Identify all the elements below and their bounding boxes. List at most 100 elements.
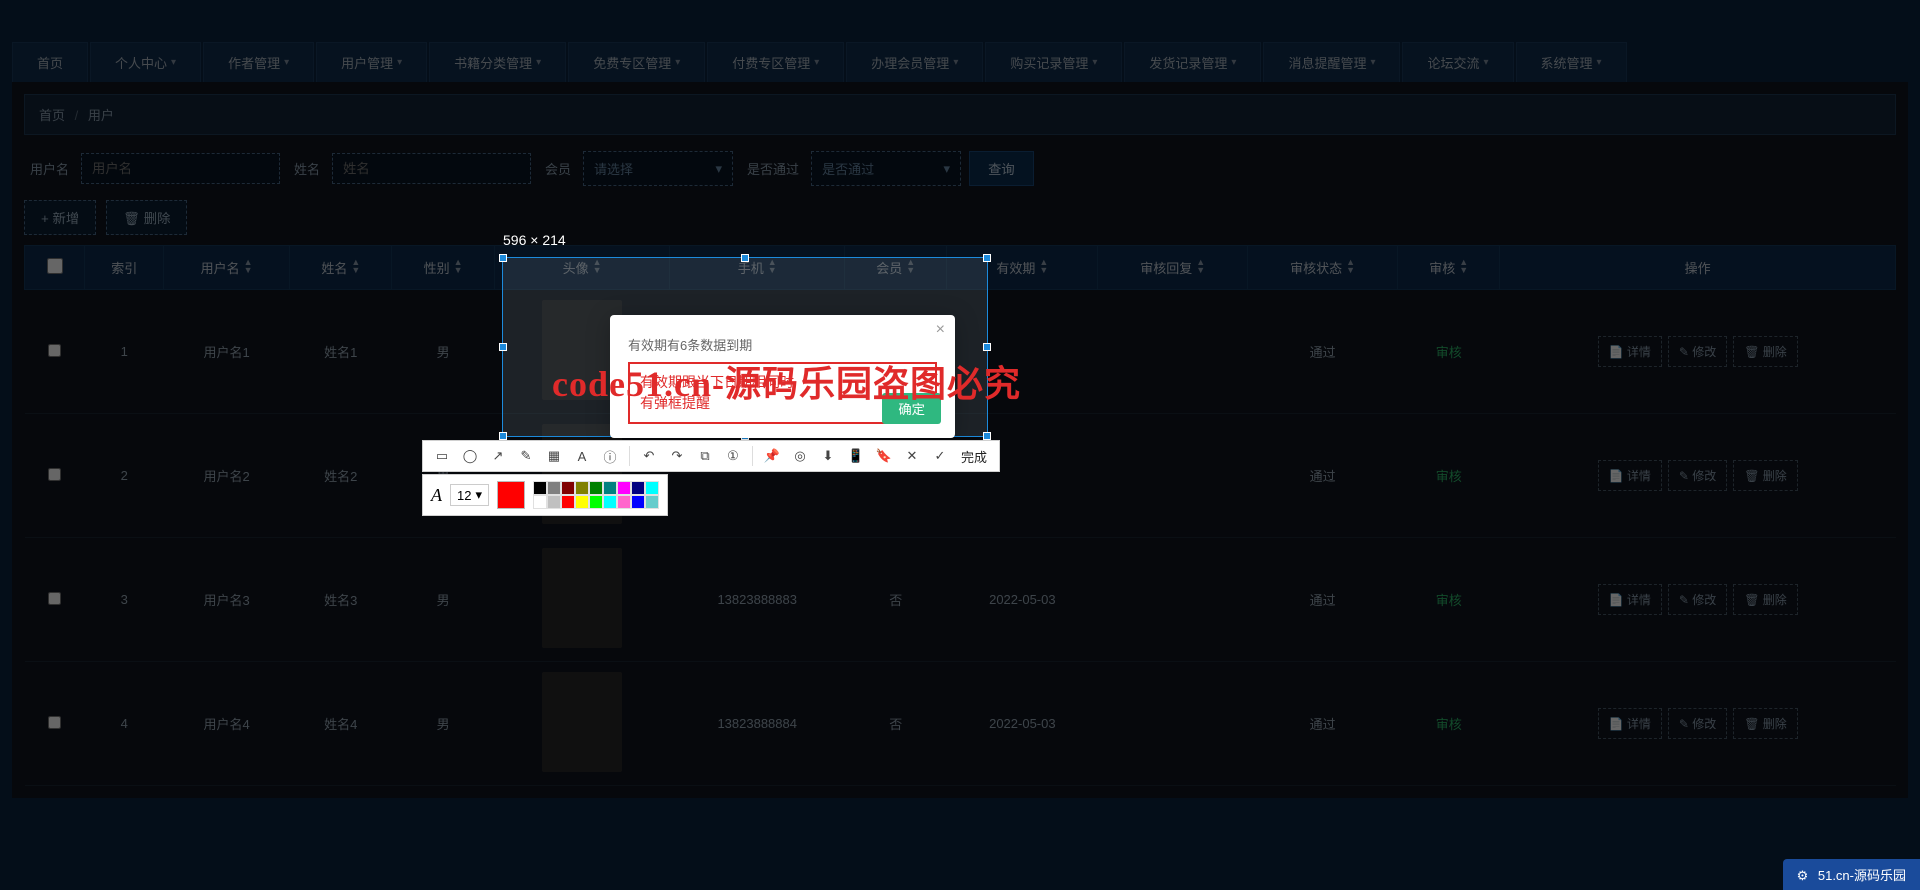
download-icon[interactable]: ⬇	[817, 445, 839, 467]
edit-button[interactable]: ✎ 修改	[1668, 584, 1727, 615]
col-header[interactable]: 审核状态▲▼	[1248, 246, 1398, 290]
resize-handle[interactable]	[741, 254, 749, 262]
text-icon[interactable]: A	[571, 445, 593, 467]
bottom-right-badge: ⚙ 51.cn-源码乐园	[1783, 859, 1920, 890]
audit-link[interactable]: 审核	[1436, 717, 1462, 732]
col-header[interactable]: 操作	[1500, 246, 1896, 290]
nav-item-0[interactable]: 首页	[12, 42, 88, 82]
palette-color[interactable]	[561, 481, 575, 495]
audit-link[interactable]: 审核	[1436, 469, 1462, 484]
col-header[interactable]: 用户名▲▼	[164, 246, 290, 290]
palette-color[interactable]	[603, 481, 617, 495]
circle-icon[interactable]: ◯	[459, 445, 481, 467]
resize-handle[interactable]	[499, 343, 507, 351]
filter-bar: 用户名 姓名 会员 请选择 ▾ 是否通过 是否通过 ▾ 查询	[24, 151, 1896, 186]
row-checkbox[interactable]	[48, 468, 61, 481]
edit-button[interactable]: ✎ 修改	[1668, 460, 1727, 491]
resize-handle[interactable]	[983, 432, 991, 440]
palette-color[interactable]	[561, 495, 575, 509]
palette-color[interactable]	[617, 495, 631, 509]
nav-item-7[interactable]: 办理会员管理▾	[846, 42, 983, 82]
check-icon[interactable]: ✓	[929, 445, 951, 467]
palette-color[interactable]	[533, 481, 547, 495]
nav-item-4[interactable]: 书籍分类管理▾	[429, 42, 566, 82]
palette-color[interactable]	[631, 481, 645, 495]
palette-color[interactable]	[533, 495, 547, 509]
arrow-icon[interactable]: ↗	[487, 445, 509, 467]
palette-color[interactable]	[575, 481, 589, 495]
palette-color[interactable]	[645, 481, 659, 495]
close-icon[interactable]: ×	[936, 321, 945, 339]
col-header[interactable]: 审核回复▲▼	[1098, 246, 1248, 290]
search-button[interactable]: 查询	[969, 151, 1034, 186]
nav-item-6[interactable]: 付费专区管理▾	[707, 42, 844, 82]
filter-approved-select[interactable]: 是否通过 ▾	[811, 151, 961, 186]
col-header[interactable]: 索引	[85, 246, 164, 290]
col-header[interactable]: 姓名▲▼	[290, 246, 392, 290]
palette-color[interactable]	[575, 495, 589, 509]
palette-color[interactable]	[631, 495, 645, 509]
nav-item-12[interactable]: 系统管理▾	[1516, 42, 1627, 82]
mosaic-icon[interactable]: ▦	[543, 445, 565, 467]
select-all-checkbox[interactable]	[47, 258, 63, 274]
pin-a-icon[interactable]: 📌	[761, 445, 783, 467]
row-delete-button[interactable]: 🗑 删除	[1733, 584, 1798, 615]
redo-icon[interactable]: ↷	[666, 445, 688, 467]
row-checkbox[interactable]	[48, 592, 61, 605]
resize-handle[interactable]	[983, 343, 991, 351]
info-icon[interactable]: ⓘ	[599, 445, 621, 467]
resize-handle[interactable]	[983, 254, 991, 262]
nav-item-11[interactable]: 论坛交流▾	[1402, 42, 1513, 82]
nav-item-2[interactable]: 作者管理▾	[203, 42, 314, 82]
close-icon[interactable]: ✕	[901, 445, 923, 467]
done-button[interactable]: 完成	[957, 447, 991, 466]
color-swatch-main[interactable]	[497, 481, 525, 509]
phone-icon[interactable]: 📱	[845, 445, 867, 467]
resize-handle[interactable]	[499, 432, 507, 440]
palette-color[interactable]	[547, 495, 561, 509]
row-delete-button[interactable]: 🗑 删除	[1733, 460, 1798, 491]
col-header[interactable]: 审核▲▼	[1398, 246, 1500, 290]
add-button[interactable]: + 新增	[24, 200, 96, 235]
palette-color[interactable]	[589, 481, 603, 495]
target-icon[interactable]: ◎	[789, 445, 811, 467]
bookmark-icon[interactable]: 🔖	[873, 445, 895, 467]
nav-item-10[interactable]: 消息提醒管理▾	[1263, 42, 1400, 82]
palette-color[interactable]	[547, 481, 561, 495]
detail-button[interactable]: 📄 详情	[1598, 708, 1662, 739]
row-delete-button[interactable]: 🗑 删除	[1733, 336, 1798, 367]
breadcrumb-home[interactable]: 首页	[39, 108, 65, 123]
nav-item-8[interactable]: 购买记录管理▾	[985, 42, 1122, 82]
undo-icon[interactable]: ↶	[638, 445, 660, 467]
nav-item-9[interactable]: 发货记录管理▾	[1124, 42, 1261, 82]
copy-icon[interactable]: ⧉	[694, 445, 716, 467]
detail-button[interactable]: 📄 详情	[1598, 460, 1662, 491]
nav-item-3[interactable]: 用户管理▾	[316, 42, 427, 82]
cell: 男	[392, 662, 494, 786]
resize-handle[interactable]	[499, 254, 507, 262]
audit-link[interactable]: 审核	[1436, 345, 1462, 360]
row-delete-button[interactable]: 🗑 删除	[1733, 708, 1798, 739]
edit-button[interactable]: ✎ 修改	[1668, 708, 1727, 739]
font-size-select[interactable]: 12 ▾	[450, 484, 489, 506]
palette-color[interactable]	[645, 495, 659, 509]
nav-item-5[interactable]: 免费专区管理▾	[568, 42, 705, 82]
detail-button[interactable]: 📄 详情	[1598, 584, 1662, 615]
row-checkbox[interactable]	[48, 716, 61, 729]
filter-name-input[interactable]	[332, 153, 531, 184]
filter-member-select[interactable]: 请选择 ▾	[583, 151, 733, 186]
palette-color[interactable]	[617, 481, 631, 495]
filter-username-input[interactable]	[81, 153, 280, 184]
audit-link[interactable]: 审核	[1436, 593, 1462, 608]
edit-button[interactable]: ✎ 修改	[1668, 336, 1727, 367]
palette-color[interactable]	[603, 495, 617, 509]
pen-icon[interactable]: ✎	[515, 445, 537, 467]
row-checkbox[interactable]	[48, 344, 61, 357]
col-header[interactable]: 性别▲▼	[392, 246, 494, 290]
palette-color[interactable]	[589, 495, 603, 509]
nav-item-1[interactable]: 个人中心▾	[90, 42, 201, 82]
rect-icon[interactable]: ▭	[431, 445, 453, 467]
detail-button[interactable]: 📄 详情	[1598, 336, 1662, 367]
delete-button[interactable]: 🗑 删除	[106, 200, 187, 235]
counter-icon[interactable]: ①	[722, 445, 744, 467]
